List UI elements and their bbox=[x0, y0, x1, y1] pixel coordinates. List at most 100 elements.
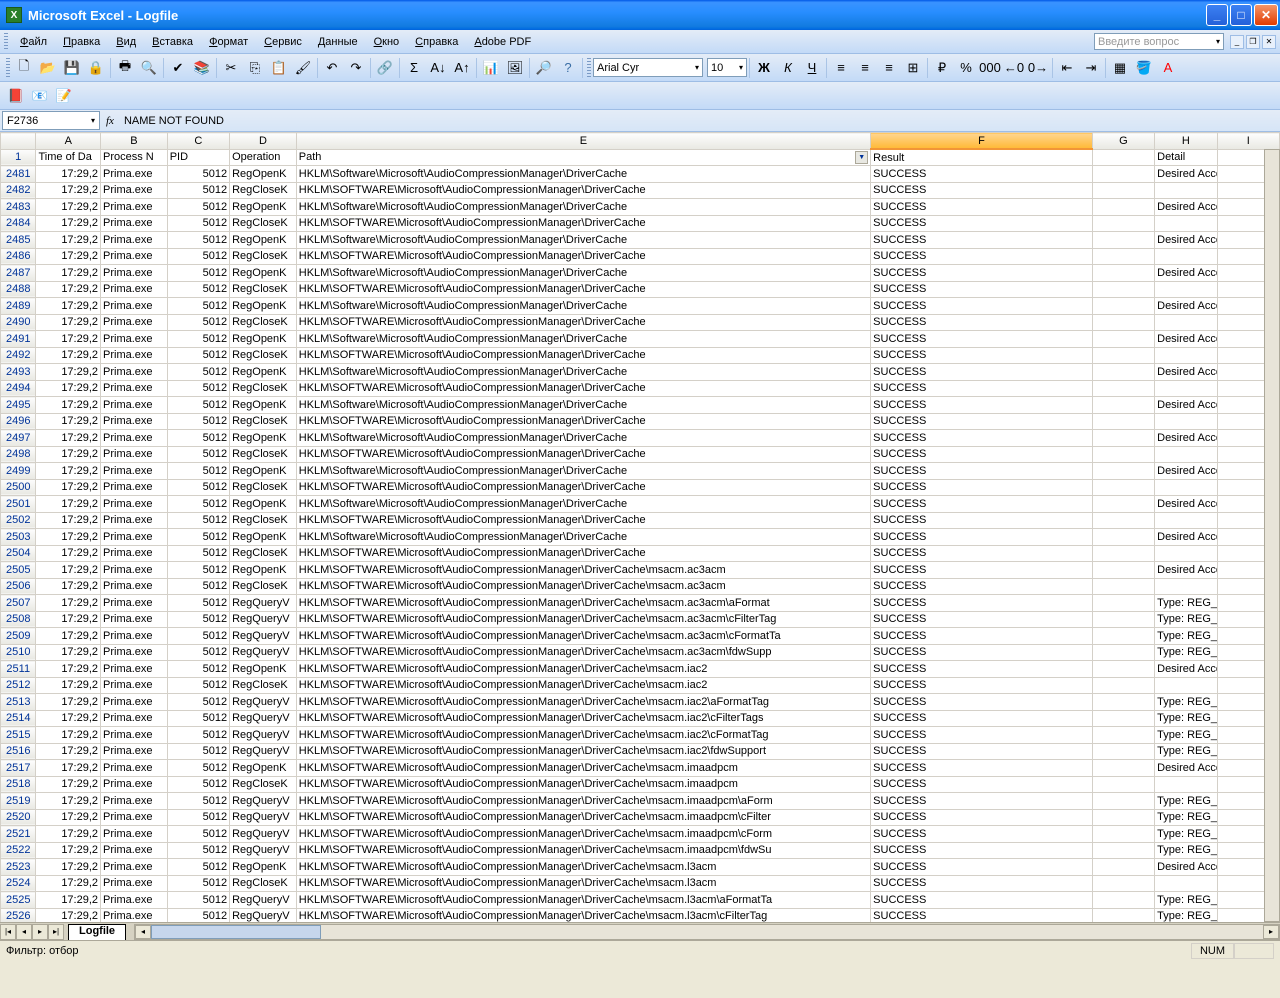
cell[interactable]: Prima.exe bbox=[101, 248, 168, 265]
cell[interactable] bbox=[1092, 710, 1154, 727]
drawing-icon[interactable]: 🖼 bbox=[504, 57, 526, 79]
spelling-icon[interactable]: ✔ bbox=[167, 57, 189, 79]
cell[interactable]: Type: REG_DWORD, Length: 4, D bbox=[1155, 710, 1217, 727]
fill-color-icon[interactable]: 🪣 bbox=[1133, 57, 1155, 79]
cell[interactable] bbox=[1092, 446, 1154, 463]
menu-правка[interactable]: Правка bbox=[55, 34, 108, 50]
hyperlink-icon[interactable]: 🔗 bbox=[374, 57, 396, 79]
cell[interactable]: 17:29,2 bbox=[36, 397, 101, 414]
row-header[interactable]: 2519 bbox=[1, 793, 36, 810]
cell[interactable]: SUCCESS bbox=[871, 446, 1093, 463]
row-header[interactable]: 2512 bbox=[1, 677, 36, 694]
row-header[interactable]: 2481 bbox=[1, 166, 36, 183]
cell[interactable]: Prima.exe bbox=[101, 611, 168, 628]
menu-вид[interactable]: Вид bbox=[108, 34, 144, 50]
col-header-F[interactable]: F bbox=[871, 133, 1093, 150]
toolbar-grip[interactable] bbox=[587, 58, 591, 78]
cell[interactable]: RegQueryV bbox=[230, 892, 297, 909]
menu-вставка[interactable]: Вставка bbox=[144, 34, 201, 50]
cell[interactable]: 5012 bbox=[167, 859, 229, 876]
cell[interactable]: 17:29,2 bbox=[36, 463, 101, 480]
header-cell[interactable]: Time of Da bbox=[36, 149, 101, 166]
cell[interactable] bbox=[1092, 314, 1154, 331]
cell[interactable]: RegCloseK bbox=[230, 545, 297, 562]
cell[interactable]: 17:29,2 bbox=[36, 628, 101, 645]
cell[interactable]: 5012 bbox=[167, 743, 229, 760]
cell[interactable]: 5012 bbox=[167, 875, 229, 892]
cell[interactable]: RegOpenK bbox=[230, 364, 297, 381]
cell[interactable]: 17:29,2 bbox=[36, 875, 101, 892]
cell[interactable]: SUCCESS bbox=[871, 166, 1093, 183]
cell[interactable]: Prima.exe bbox=[101, 380, 168, 397]
cell[interactable]: Prima.exe bbox=[101, 842, 168, 859]
cell[interactable]: 5012 bbox=[167, 677, 229, 694]
row-header[interactable]: 2515 bbox=[1, 727, 36, 744]
cell[interactable]: Desired Access: Maximum Allowe bbox=[1155, 397, 1217, 414]
menu-данные[interactable]: Данные bbox=[310, 34, 366, 50]
cell[interactable]: 17:29,2 bbox=[36, 809, 101, 826]
new-file-icon[interactable]: 🗋 bbox=[13, 57, 35, 79]
tab-nav-first[interactable]: |◂ bbox=[0, 924, 16, 940]
row-header[interactable]: 2507 bbox=[1, 595, 36, 612]
cell[interactable]: SUCCESS bbox=[871, 727, 1093, 744]
cell[interactable]: 17:29,2 bbox=[36, 694, 101, 711]
cell[interactable]: HKLM\SOFTWARE\Microsoft\AudioCompression… bbox=[296, 413, 870, 430]
cell[interactable]: 17:29,2 bbox=[36, 743, 101, 760]
cell[interactable]: SUCCESS bbox=[871, 380, 1093, 397]
borders-icon[interactable]: ▦ bbox=[1109, 57, 1131, 79]
cell[interactable]: RegCloseK bbox=[230, 578, 297, 595]
cell[interactable]: SUCCESS bbox=[871, 281, 1093, 298]
row-header[interactable]: 2517 bbox=[1, 760, 36, 777]
row-header[interactable]: 2491 bbox=[1, 331, 36, 348]
mdi-restore-button[interactable]: ❐ bbox=[1246, 35, 1260, 49]
cell[interactable]: 5012 bbox=[167, 809, 229, 826]
row-header[interactable]: 2524 bbox=[1, 875, 36, 892]
cell[interactable]: HKLM\Software\Microsoft\AudioCompression… bbox=[296, 496, 870, 513]
row-header[interactable]: 2520 bbox=[1, 809, 36, 826]
cell[interactable]: 5012 bbox=[167, 710, 229, 727]
window-close-button[interactable]: ✕ bbox=[1254, 4, 1278, 26]
cell[interactable]: HKLM\Software\Microsoft\AudioCompression… bbox=[296, 397, 870, 414]
cell[interactable]: Prima.exe bbox=[101, 595, 168, 612]
window-maximize-button[interactable]: □ bbox=[1230, 4, 1252, 26]
align-right-icon[interactable]: ≡ bbox=[878, 57, 900, 79]
undo-icon[interactable]: ↶ bbox=[321, 57, 343, 79]
cell[interactable]: 5012 bbox=[167, 182, 229, 199]
cell[interactable]: Prima.exe bbox=[101, 760, 168, 777]
cell[interactable]: SUCCESS bbox=[871, 694, 1093, 711]
row-header[interactable]: 2486 bbox=[1, 248, 36, 265]
cell[interactable]: HKLM\SOFTWARE\Microsoft\AudioCompression… bbox=[296, 545, 870, 562]
autofilter-icon[interactable]: ▼ bbox=[855, 151, 868, 164]
cell[interactable]: SUCCESS bbox=[871, 397, 1093, 414]
cell[interactable]: Prima.exe bbox=[101, 826, 168, 843]
cell[interactable]: 17:29,2 bbox=[36, 199, 101, 216]
cell[interactable]: SUCCESS bbox=[871, 248, 1093, 265]
cell[interactable]: 17:29,2 bbox=[36, 710, 101, 727]
cell[interactable]: Prima.exe bbox=[101, 199, 168, 216]
cell[interactable]: 17:29,2 bbox=[36, 331, 101, 348]
cell[interactable]: 5012 bbox=[167, 314, 229, 331]
header-cell[interactable]: Result bbox=[871, 149, 1093, 166]
row-header[interactable]: 2523 bbox=[1, 859, 36, 876]
cell[interactable]: SUCCESS bbox=[871, 908, 1093, 922]
cell[interactable] bbox=[1092, 298, 1154, 315]
cell[interactable]: 5012 bbox=[167, 331, 229, 348]
cell[interactable]: HKLM\SOFTWARE\Microsoft\AudioCompression… bbox=[296, 661, 870, 678]
cell[interactable]: RegOpenK bbox=[230, 661, 297, 678]
row-header[interactable]: 2505 bbox=[1, 562, 36, 579]
header-cell[interactable]: Operation bbox=[230, 149, 297, 166]
help-icon[interactable]: ? bbox=[557, 57, 579, 79]
cell[interactable] bbox=[1092, 677, 1154, 694]
cell[interactable]: Prima.exe bbox=[101, 347, 168, 364]
cell[interactable]: RegOpenK bbox=[230, 397, 297, 414]
cell[interactable]: Desired Access: Maximum Allowe bbox=[1155, 430, 1217, 447]
cell[interactable]: SUCCESS bbox=[871, 826, 1093, 843]
cell[interactable]: SUCCESS bbox=[871, 215, 1093, 232]
cell[interactable] bbox=[1092, 727, 1154, 744]
cell[interactable]: Prima.exe bbox=[101, 793, 168, 810]
cell[interactable] bbox=[1155, 182, 1217, 199]
row-header[interactable]: 2526 bbox=[1, 908, 36, 922]
cell[interactable]: 5012 bbox=[167, 578, 229, 595]
cell[interactable]: 17:29,2 bbox=[36, 314, 101, 331]
cell[interactable]: 17:29,2 bbox=[36, 430, 101, 447]
